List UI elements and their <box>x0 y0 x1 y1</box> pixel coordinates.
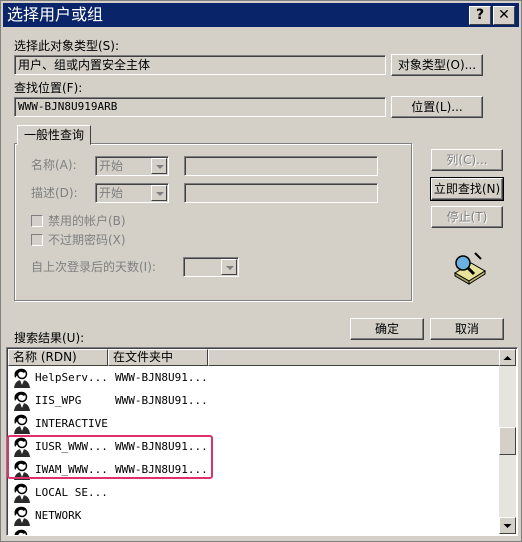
ok-button[interactable]: 确定 <box>350 318 424 340</box>
description-mode-value: 开始 <box>99 186 124 200</box>
disabled-accounts-checkbox[interactable] <box>31 215 43 227</box>
scroll-up-button[interactable] <box>499 349 516 366</box>
user-icon <box>14 529 28 535</box>
list-item[interactable]: HelpServ... WWW-BJN8U91... <box>9 366 497 389</box>
chevron-down-icon <box>503 524 512 528</box>
user-icon <box>14 414 30 434</box>
columns-button[interactable]: 列(C)... <box>431 149 503 171</box>
close-button[interactable]: ✕ <box>493 6 515 25</box>
stop-button[interactable]: 停止(T) <box>431 206 503 228</box>
description-input[interactable] <box>184 183 378 203</box>
description-label: 描述(D): <box>31 186 78 200</box>
tab-general-queries[interactable]: 一般性查询 <box>17 125 92 145</box>
name-mode-combo[interactable]: 开始 <box>95 156 169 176</box>
user-icon <box>14 506 30 526</box>
find-users-icon <box>454 252 486 285</box>
object-type-value: 用户、组或内置安全主体 <box>18 58 151 72</box>
title-bar[interactable]: 选择用户或组 ? ✕ <box>3 3 519 27</box>
dialog-window: 选择用户或组 ? ✕ 选择此对象类型(S): 用户、组或内置安全主体 对象类型(… <box>0 0 522 542</box>
result-name: NETWORK <box>35 509 82 522</box>
column-header-folder[interactable]: 在文件夹中 <box>108 349 208 366</box>
chevron-up-icon <box>503 356 512 360</box>
result-name: IIS_WPG <box>35 394 82 407</box>
object-type-label: 选择此对象类型(S): <box>14 39 120 53</box>
result-name: LOCAL SE... <box>35 486 108 499</box>
list-item[interactable] <box>9 527 497 535</box>
object-types-button[interactable]: 对象类型(O)... <box>391 54 483 76</box>
no-expire-password-label: 不过期密码(X) <box>48 233 126 247</box>
description-mode-combo[interactable]: 开始 <box>95 183 169 203</box>
chevron-down-icon[interactable] <box>221 259 237 275</box>
column-header-spacer <box>208 349 500 366</box>
chevron-down-icon[interactable] <box>151 158 167 174</box>
help-button[interactable]: ? <box>469 6 491 25</box>
location-field: WWW-BJN8U919ARB <box>14 97 386 117</box>
user-icon <box>14 391 30 411</box>
list-item[interactable]: LOCAL SE... <box>9 481 497 504</box>
name-input[interactable] <box>184 156 378 176</box>
chevron-down-icon[interactable] <box>151 185 167 201</box>
days-since-login-label: 自上次登录后的天数(I): <box>31 260 156 274</box>
name-label: 名称(A): <box>31 158 77 172</box>
disabled-accounts-label: 禁用的帐户(B) <box>48 214 126 228</box>
result-folder: WWW-BJN8U91... <box>115 371 208 384</box>
scroll-down-button[interactable] <box>499 517 516 534</box>
user-icon <box>14 483 30 503</box>
find-now-button[interactable]: 立即查找(N) <box>430 177 504 201</box>
vertical-scrollbar[interactable] <box>499 349 516 534</box>
search-results-label: 搜索结果(U): <box>14 331 85 345</box>
days-since-login-combo[interactable] <box>183 257 239 277</box>
locations-button[interactable]: 位置(L)... <box>391 96 483 118</box>
window-title: 选择用户或组 <box>7 5 104 24</box>
list-item[interactable]: IIS_WPG WWW-BJN8U91... <box>9 389 497 412</box>
name-mode-value: 开始 <box>99 159 124 173</box>
column-header-name[interactable]: 名称 (RDN) <box>8 349 108 366</box>
no-expire-password-checkbox[interactable] <box>31 234 43 246</box>
location-label: 查找位置(F): <box>14 81 83 95</box>
cancel-button[interactable]: 取消 <box>430 318 504 340</box>
selection-highlight <box>7 435 213 479</box>
location-value: WWW-BJN8U919ARB <box>18 100 118 113</box>
object-type-field: 用户、组或内置安全主体 <box>14 55 386 75</box>
user-icon <box>14 368 30 388</box>
result-folder: WWW-BJN8U91... <box>115 394 208 407</box>
result-name: INTERACTIVE <box>35 417 108 430</box>
list-item[interactable]: INTERACTIVE <box>9 412 497 435</box>
scroll-thumb[interactable] <box>499 427 516 455</box>
result-name: HelpServ... <box>35 371 108 384</box>
list-item[interactable]: NETWORK <box>9 504 497 527</box>
